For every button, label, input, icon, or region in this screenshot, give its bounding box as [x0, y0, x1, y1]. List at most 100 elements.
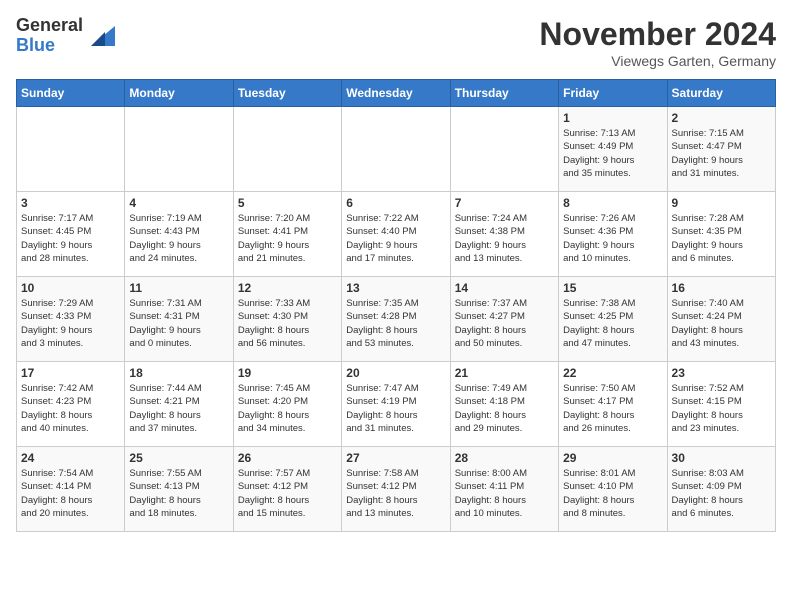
weekday-header-monday: Monday [125, 80, 233, 107]
title-block: November 2024 Viewegs Garten, Germany [539, 16, 776, 69]
calendar-day-cell [233, 107, 341, 192]
calendar-week-row: 24 Sunrise: 7:54 AM Sunset: 4:14 PM Dayli… [17, 447, 776, 532]
day-number: 8 [563, 196, 662, 210]
location-subtitle: Viewegs Garten, Germany [539, 53, 776, 69]
day-number: 19 [238, 366, 337, 380]
day-number: 10 [21, 281, 120, 295]
calendar-day-cell: 18 Sunrise: 7:44 AM Sunset: 4:21 PM Dayli… [125, 362, 233, 447]
calendar-day-cell: 4 Sunrise: 7:19 AM Sunset: 4:43 PM Daylig… [125, 192, 233, 277]
day-number: 7 [455, 196, 554, 210]
logo-icon [87, 22, 115, 50]
calendar-day-cell: 8Sunrise: 7:26 AM Sunset: 4:36 PM Daylig… [559, 192, 667, 277]
weekday-header-saturday: Saturday [667, 80, 775, 107]
logo: General Blue [16, 16, 115, 56]
day-info: Sunrise: 7:31 AM Sunset: 4:31 PM Dayligh… [129, 297, 228, 350]
calendar-day-cell: 21 Sunrise: 7:49 AM Sunset: 4:18 PM Dayli… [450, 362, 558, 447]
weekday-header-friday: Friday [559, 80, 667, 107]
day-info: Sunrise: 7:54 AM Sunset: 4:14 PM Dayligh… [21, 467, 120, 520]
weekday-header-tuesday: Tuesday [233, 80, 341, 107]
day-number: 3 [21, 196, 120, 210]
day-info: Sunrise: 7:35 AM Sunset: 4:28 PM Dayligh… [346, 297, 445, 350]
day-number: 18 [129, 366, 228, 380]
weekday-header-sunday: Sunday [17, 80, 125, 107]
calendar-day-cell: 9 Sunrise: 7:28 AM Sunset: 4:35 PM Daylig… [667, 192, 775, 277]
day-number: 21 [455, 366, 554, 380]
page-header: General Blue November 2024 Viewegs Garte… [16, 16, 776, 69]
day-number: 17 [21, 366, 120, 380]
day-info: Sunrise: 7:22 AM Sunset: 4:40 PM Dayligh… [346, 212, 445, 265]
calendar-week-row: 1 Sunrise: 7:13 AM Sunset: 4:49 PM Daylig… [17, 107, 776, 192]
day-info: Sunrise: 7:33 AM Sunset: 4:30 PM Dayligh… [238, 297, 337, 350]
calendar-day-cell: 20Sunrise: 7:47 AM Sunset: 4:19 PM Dayli… [342, 362, 450, 447]
day-number: 26 [238, 451, 337, 465]
day-info: Sunrise: 7:13 AM Sunset: 4:49 PM Dayligh… [563, 127, 662, 180]
day-number: 5 [238, 196, 337, 210]
day-info: Sunrise: 7:52 AM Sunset: 4:15 PM Dayligh… [672, 382, 771, 435]
day-number: 25 [129, 451, 228, 465]
calendar-day-cell: 15 Sunrise: 7:38 AM Sunset: 4:25 PM Dayli… [559, 277, 667, 362]
day-info: Sunrise: 8:01 AM Sunset: 4:10 PM Dayligh… [563, 467, 662, 520]
day-number: 1 [563, 111, 662, 125]
weekday-header-row: SundayMondayTuesdayWednesdayThursdayFrid… [17, 80, 776, 107]
weekday-header-wednesday: Wednesday [342, 80, 450, 107]
day-number: 2 [672, 111, 771, 125]
day-info: Sunrise: 7:58 AM Sunset: 4:12 PM Dayligh… [346, 467, 445, 520]
calendar-day-cell: 10 Sunrise: 7:29 AM Sunset: 4:33 PM Dayli… [17, 277, 125, 362]
calendar-day-cell: 7 Sunrise: 7:24 AM Sunset: 4:38 PM Daylig… [450, 192, 558, 277]
day-number: 30 [672, 451, 771, 465]
day-info: Sunrise: 7:37 AM Sunset: 4:27 PM Dayligh… [455, 297, 554, 350]
day-number: 13 [346, 281, 445, 295]
calendar-day-cell: 25 Sunrise: 7:55 AM Sunset: 4:13 PM Dayli… [125, 447, 233, 532]
calendar-week-row: 10 Sunrise: 7:29 AM Sunset: 4:33 PM Dayli… [17, 277, 776, 362]
day-number: 15 [563, 281, 662, 295]
calendar-day-cell: 11 Sunrise: 7:31 AM Sunset: 4:31 PM Dayli… [125, 277, 233, 362]
calendar-week-row: 17 Sunrise: 7:42 AM Sunset: 4:23 PM Dayli… [17, 362, 776, 447]
day-info: Sunrise: 7:38 AM Sunset: 4:25 PM Dayligh… [563, 297, 662, 350]
calendar-day-cell: 1 Sunrise: 7:13 AM Sunset: 4:49 PM Daylig… [559, 107, 667, 192]
day-number: 23 [672, 366, 771, 380]
day-number: 16 [672, 281, 771, 295]
day-number: 11 [129, 281, 228, 295]
day-info: Sunrise: 7:28 AM Sunset: 4:35 PM Dayligh… [672, 212, 771, 265]
day-info: Sunrise: 7:57 AM Sunset: 4:12 PM Dayligh… [238, 467, 337, 520]
logo-general: General [16, 15, 83, 35]
day-number: 27 [346, 451, 445, 465]
calendar-day-cell: 12 Sunrise: 7:33 AM Sunset: 4:30 PM Dayli… [233, 277, 341, 362]
day-info: Sunrise: 7:40 AM Sunset: 4:24 PM Dayligh… [672, 297, 771, 350]
calendar-day-cell: 26 Sunrise: 7:57 AM Sunset: 4:12 PM Dayli… [233, 447, 341, 532]
calendar-day-cell: 23 Sunrise: 7:52 AM Sunset: 4:15 PM Dayli… [667, 362, 775, 447]
calendar-day-cell: 22Sunrise: 7:50 AM Sunset: 4:17 PM Dayli… [559, 362, 667, 447]
day-number: 14 [455, 281, 554, 295]
day-info: Sunrise: 7:15 AM Sunset: 4:47 PM Dayligh… [672, 127, 771, 180]
day-number: 22 [563, 366, 662, 380]
calendar-day-cell: 19Sunrise: 7:45 AM Sunset: 4:20 PM Dayli… [233, 362, 341, 447]
day-info: Sunrise: 7:44 AM Sunset: 4:21 PM Dayligh… [129, 382, 228, 435]
day-info: Sunrise: 7:29 AM Sunset: 4:33 PM Dayligh… [21, 297, 120, 350]
calendar-day-cell [125, 107, 233, 192]
day-number: 29 [563, 451, 662, 465]
calendar-day-cell: 13 Sunrise: 7:35 AM Sunset: 4:28 PM Dayli… [342, 277, 450, 362]
day-info: Sunrise: 8:00 AM Sunset: 4:11 PM Dayligh… [455, 467, 554, 520]
day-info: Sunrise: 7:42 AM Sunset: 4:23 PM Dayligh… [21, 382, 120, 435]
calendar-day-cell: 27 Sunrise: 7:58 AM Sunset: 4:12 PM Dayli… [342, 447, 450, 532]
day-info: Sunrise: 7:55 AM Sunset: 4:13 PM Dayligh… [129, 467, 228, 520]
day-info: Sunrise: 7:20 AM Sunset: 4:41 PM Dayligh… [238, 212, 337, 265]
calendar-day-cell [450, 107, 558, 192]
calendar-table: SundayMondayTuesdayWednesdayThursdayFrid… [16, 79, 776, 532]
calendar-day-cell [17, 107, 125, 192]
calendar-day-cell: 30Sunrise: 8:03 AM Sunset: 4:09 PM Dayli… [667, 447, 775, 532]
day-info: Sunrise: 7:19 AM Sunset: 4:43 PM Dayligh… [129, 212, 228, 265]
calendar-day-cell: 3Sunrise: 7:17 AM Sunset: 4:45 PM Daylig… [17, 192, 125, 277]
calendar-day-cell: 16 Sunrise: 7:40 AM Sunset: 4:24 PM Dayli… [667, 277, 775, 362]
calendar-day-cell [342, 107, 450, 192]
day-info: Sunrise: 7:24 AM Sunset: 4:38 PM Dayligh… [455, 212, 554, 265]
day-number: 4 [129, 196, 228, 210]
day-number: 9 [672, 196, 771, 210]
day-info: Sunrise: 7:49 AM Sunset: 4:18 PM Dayligh… [455, 382, 554, 435]
calendar-day-cell: 6Sunrise: 7:22 AM Sunset: 4:40 PM Daylig… [342, 192, 450, 277]
day-number: 12 [238, 281, 337, 295]
weekday-header-thursday: Thursday [450, 80, 558, 107]
month-title: November 2024 [539, 16, 776, 53]
calendar-day-cell: 29 Sunrise: 8:01 AM Sunset: 4:10 PM Dayli… [559, 447, 667, 532]
day-number: 24 [21, 451, 120, 465]
